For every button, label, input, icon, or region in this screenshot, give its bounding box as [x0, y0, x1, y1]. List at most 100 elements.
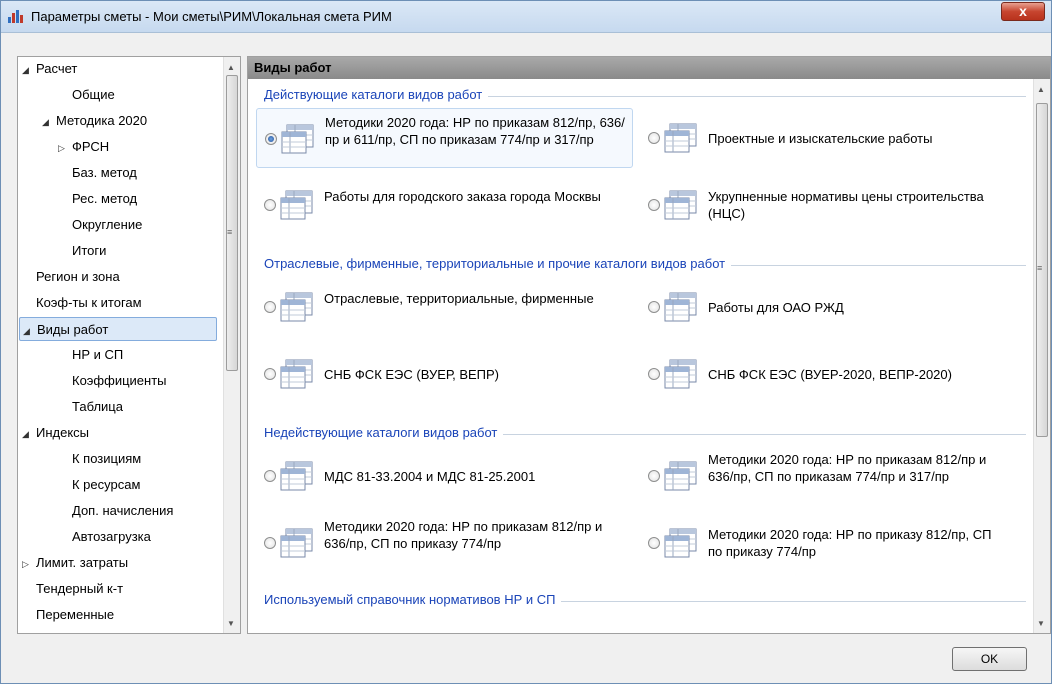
- tree-item[interactable]: Общие: [18, 83, 115, 107]
- dialog-window: Параметры сметы - Мои сметы\РИМ\Локальна…: [0, 0, 1052, 684]
- tree-item-label: Переменные: [36, 607, 115, 622]
- work-type-label: Методики 2020 года: НР по приказам 812/п…: [324, 518, 603, 551]
- panel-scroll-down-icon[interactable]: ▼: [1037, 619, 1045, 628]
- work-type-radio[interactable]: [264, 368, 276, 380]
- tree-item-label: Баз. метод: [72, 165, 137, 180]
- work-type-radio[interactable]: [648, 368, 660, 380]
- tree-item-label: Таблица: [72, 399, 123, 414]
- tree-item[interactable]: ◢ Индексы: [18, 421, 89, 445]
- tree-item[interactable]: ◢ Расчет: [18, 57, 77, 81]
- tree-item[interactable]: ▷ Лимит. затраты: [18, 551, 128, 575]
- tree-item[interactable]: ▷ ФРСН: [18, 135, 109, 159]
- panel-scroll-grip-icon: ≡: [1037, 263, 1043, 273]
- collapse-arrow-icon[interactable]: ◢: [23, 319, 37, 343]
- tree-item[interactable]: К позициям: [18, 447, 141, 471]
- tree-item[interactable]: Коэффициенты: [18, 369, 167, 393]
- tree-item[interactable]: Тендерный к-т: [18, 577, 123, 601]
- title-bar[interactable]: Параметры сметы - Мои сметы\РИМ\Локальна…: [1, 1, 1051, 33]
- work-type-label: СНБ ФСК ЕЭС (ВУЕР, ВЕПР): [324, 366, 500, 382]
- section-title: Действующие каталоги видов работ: [264, 87, 489, 102]
- tree-scrollbar[interactable]: ▲ ≡ ▼: [223, 57, 240, 633]
- tree-item-label: Тендерный к-т: [36, 581, 124, 596]
- tree-item[interactable]: Регион и зона: [18, 265, 120, 289]
- tree-item-label: Автозагрузка: [72, 529, 151, 544]
- work-type-option[interactable]: Укрупненные нормативы цены строительства…: [640, 175, 1017, 235]
- tree-item-label: К ресурсам: [72, 477, 141, 492]
- work-type-option[interactable]: Работы для городского заказа города Моск…: [256, 175, 633, 235]
- work-type-radio[interactable]: [265, 133, 277, 145]
- scroll-up-icon[interactable]: ▲: [227, 63, 235, 72]
- work-type-label: Методики 2020 года: НР по приказам 812/п…: [325, 114, 625, 147]
- work-type-radio[interactable]: [648, 470, 660, 482]
- work-type-radio[interactable]: [648, 537, 660, 549]
- tree-item-label: НР и СП: [72, 347, 124, 362]
- catalog-icon: [280, 528, 314, 558]
- tree-item[interactable]: К ресурсам: [18, 473, 140, 497]
- work-type-radio[interactable]: [264, 470, 276, 482]
- collapse-arrow-icon[interactable]: ◢: [22, 422, 36, 446]
- work-type-option[interactable]: СНБ ФСК ЕЭС (ВУЕР, ВЕПР): [256, 344, 633, 404]
- tree-item-label: Регион и зона: [36, 269, 120, 284]
- work-type-radio[interactable]: [264, 301, 276, 313]
- work-type-label: МДС 81-33.2004 и МДС 81-25.2001: [324, 468, 536, 484]
- tree-item[interactable]: Доп. начисления: [18, 499, 173, 523]
- work-type-radio[interactable]: [648, 199, 660, 211]
- work-type-radio[interactable]: [648, 301, 660, 313]
- panel-scroll-up-icon[interactable]: ▲: [1037, 85, 1045, 94]
- tree-item[interactable]: ◢ Виды работ: [19, 317, 217, 341]
- work-type-option[interactable]: Методики 2020 года: НР по приказам 812/п…: [640, 446, 1017, 506]
- work-type-radio[interactable]: [264, 537, 276, 549]
- expand-arrow-icon[interactable]: ▷: [58, 136, 72, 160]
- catalog-icon: [281, 124, 315, 154]
- catalog-icon: [664, 359, 698, 389]
- work-type-option[interactable]: Работы для ОАО РЖД: [640, 277, 1017, 337]
- ok-button[interactable]: OK: [952, 647, 1027, 671]
- section-title: Недействующие каталоги видов работ: [264, 425, 504, 440]
- scroll-down-icon[interactable]: ▼: [227, 619, 235, 628]
- tree-item[interactable]: Рес. метод: [18, 187, 137, 211]
- tree-item-label: К позициям: [72, 451, 142, 466]
- tree-item-label: Виды работ: [37, 322, 109, 337]
- catalog-icon: [280, 359, 314, 389]
- work-type-option[interactable]: Отраслевые, территориальные, фирменные: [256, 277, 633, 337]
- work-type-option[interactable]: СНБ ФСК ЕЭС (ВУЕР-2020, ВЕПР-2020): [640, 344, 1017, 404]
- tree-item[interactable]: Округление: [18, 213, 142, 237]
- close-button[interactable]: x: [1001, 2, 1045, 21]
- work-type-option[interactable]: Методики 2020 года: НР по приказу 812/пр…: [640, 513, 1017, 573]
- tree-item[interactable]: Итоги: [18, 239, 106, 263]
- tree-item[interactable]: Коэф-ты к итогам: [18, 291, 142, 315]
- work-type-option[interactable]: Методики 2020 года: НР по приказам 812/п…: [256, 513, 633, 573]
- tree-item[interactable]: Переменные: [18, 603, 114, 627]
- catalog-icon: [664, 123, 698, 153]
- tree-scroll-thumb[interactable]: [226, 75, 238, 371]
- work-type-label: Отраслевые, территориальные, фирменные: [324, 291, 594, 306]
- work-type-label: Методики 2020 года: НР по приказу 812/пр…: [708, 527, 992, 559]
- catalog-icon: [280, 292, 314, 322]
- expand-arrow-icon[interactable]: ▷: [22, 552, 36, 576]
- tree-item-label: ФРСН: [72, 139, 110, 154]
- work-type-label: Работы для ОАО РЖД: [708, 299, 844, 315]
- settings-tree: Переменные Тендерный к-т ▷ Лимит. затраты Ав…: [17, 56, 241, 634]
- work-type-label: Методики 2020 года: НР по приказам 812/п…: [708, 451, 987, 484]
- work-type-option[interactable]: МДС 81-33.2004 и МДС 81-25.2001: [256, 446, 633, 506]
- catalog-icon: [664, 190, 698, 220]
- panel-header: Виды работ: [248, 57, 1050, 79]
- tree-item-label: Индексы: [36, 425, 90, 440]
- work-type-option[interactable]: Проектные и изыскательские работы: [640, 108, 1017, 168]
- tree-item[interactable]: Автозагрузка: [18, 525, 151, 549]
- collapse-arrow-icon[interactable]: ◢: [42, 110, 56, 134]
- catalog-icon: [280, 190, 314, 220]
- catalog-icon: [664, 461, 698, 491]
- work-type-radio[interactable]: [648, 132, 660, 144]
- collapse-arrow-icon[interactable]: ◢: [22, 58, 36, 82]
- tree-item[interactable]: ◢ Методика 2020: [18, 109, 147, 133]
- work-type-label: СНБ ФСК ЕЭС (ВУЕР-2020, ВЕПР-2020): [708, 366, 952, 382]
- tree-item[interactable]: Таблица: [18, 395, 123, 419]
- tree-item-label: Доп. начисления: [72, 503, 174, 518]
- panel-scrollbar[interactable]: ▲ ≡ ▼: [1033, 79, 1050, 633]
- work-type-radio[interactable]: [264, 199, 276, 211]
- section-title: Используемый справочник нормативов НР и …: [264, 592, 562, 607]
- tree-item[interactable]: НР и СП: [18, 343, 123, 367]
- work-type-option[interactable]: Методики 2020 года: НР по приказам 812/п…: [256, 108, 633, 168]
- tree-item[interactable]: Баз. метод: [18, 161, 137, 185]
